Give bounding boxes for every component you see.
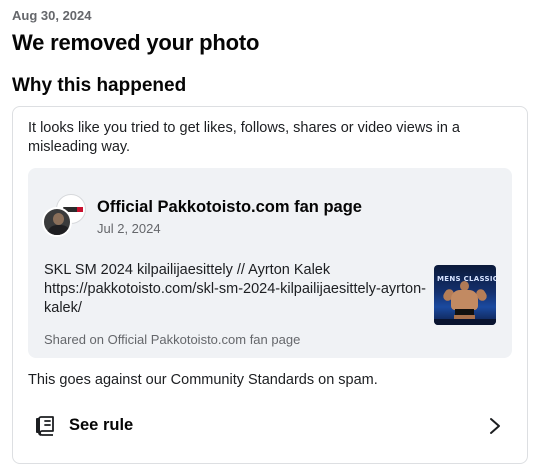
- see-rule-button[interactable]: See rule: [21, 407, 517, 445]
- book-icon: [36, 416, 54, 436]
- section-title: Why this happened: [12, 75, 187, 96]
- page-avatar-icon: [42, 194, 88, 240]
- post-date: Jul 2, 2024: [97, 221, 161, 236]
- post-page-name: Official Pakkotoisto.com fan page: [97, 198, 362, 216]
- page-profile-avatar: [42, 207, 72, 237]
- page-title: We removed your photo: [12, 30, 260, 55]
- chevron-right-icon: [490, 418, 500, 434]
- reason-text: It looks like you tried to get likes, fo…: [28, 120, 460, 155]
- reason-panel: It looks like you tried to get likes, fo…: [12, 106, 528, 464]
- see-rule-label: See rule: [69, 416, 134, 434]
- community-standards-text: This goes against our Community Standard…: [28, 372, 378, 388]
- removed-post-card: Official Pakkotoisto.com fan page Jul 2,…: [28, 168, 512, 358]
- decision-date: Aug 30, 2024: [12, 8, 92, 23]
- shared-on-text: Shared on Official Pakkotoisto.com fan p…: [44, 332, 301, 347]
- post-thumbnail-image: MENS CLASSIC: [434, 265, 496, 325]
- post-text: SKL SM 2024 kilpailijaesittely // Ayrton…: [44, 262, 426, 316]
